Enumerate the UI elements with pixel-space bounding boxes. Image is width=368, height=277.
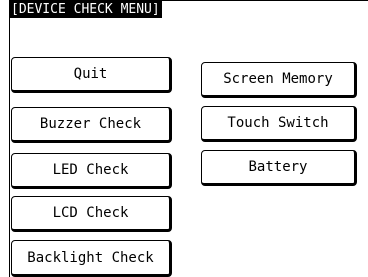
quit-button-label: Quit	[73, 66, 108, 82]
led-check-button[interactable]: LED Check	[11, 153, 172, 189]
led-check-button-label: LED Check	[52, 162, 129, 178]
screen-memory-button[interactable]: Screen Memory	[201, 62, 357, 98]
touch-switch-button-label: Touch Switch	[227, 115, 329, 131]
buzzer-check-button[interactable]: Buzzer Check	[11, 107, 172, 143]
battery-button-label: Battery	[248, 159, 308, 175]
lcd-check-button[interactable]: LCD Check	[11, 196, 172, 232]
buzzer-check-button-label: Buzzer Check	[39, 116, 142, 132]
battery-button[interactable]: Battery	[201, 150, 357, 186]
screen-memory-button-label: Screen Memory	[223, 71, 333, 87]
backlight-check-button[interactable]: Backlight Check	[11, 240, 172, 277]
touch-switch-button[interactable]: Touch Switch	[201, 106, 357, 142]
menu-title: [DEVICE CHECK MENU]	[10, 1, 162, 18]
lcd-check-button-label: LCD Check	[52, 205, 129, 221]
backlight-check-button-label: Backlight Check	[27, 249, 154, 266]
quit-button[interactable]: Quit	[11, 57, 172, 93]
menu-title-text: [DEVICE CHECK MENU]	[11, 2, 160, 17]
